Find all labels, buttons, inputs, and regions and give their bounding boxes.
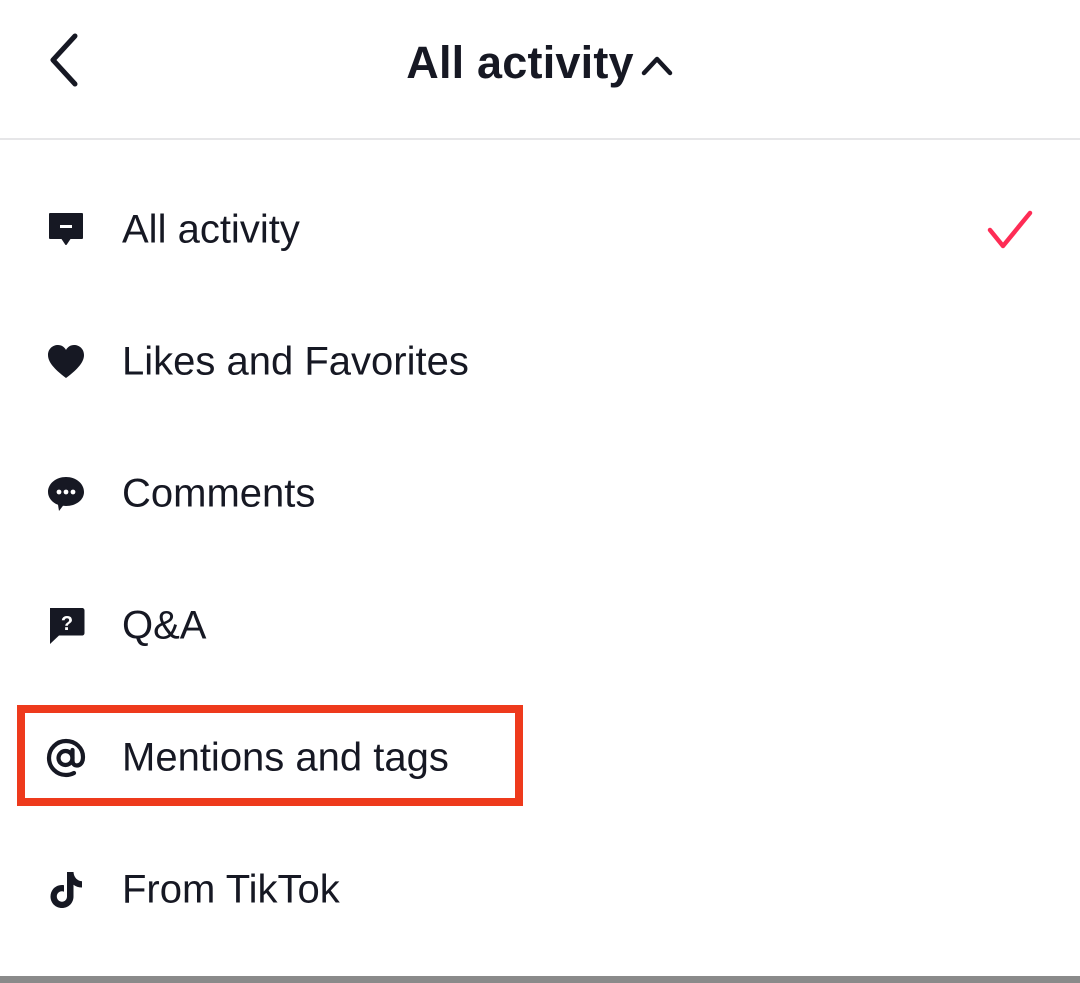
svg-text:?: ? <box>61 613 73 635</box>
at-icon <box>44 736 88 780</box>
heart-icon <box>44 340 88 384</box>
menu-item-label: Likes and Favorites <box>122 339 469 384</box>
message-icon <box>44 208 88 252</box>
chevron-up-icon <box>640 53 674 77</box>
menu-item-from-tiktok[interactable]: From TikTok <box>0 824 1080 956</box>
menu-item-comments[interactable]: Comments <box>0 428 1080 560</box>
menu-item-label: Q&A <box>122 603 207 648</box>
check-icon <box>986 208 1034 252</box>
menu-item-label: Comments <box>122 471 316 516</box>
menu-item-label: All activity <box>122 207 300 252</box>
comment-bubble-icon <box>44 472 88 516</box>
menu-item-mentions-and-tags[interactable]: Mentions and tags <box>0 692 1080 824</box>
menu-item-label: From TikTok <box>122 867 340 912</box>
menu-item-qa[interactable]: ? Q&A <box>0 560 1080 692</box>
activity-filter-screen: All activity All activity Likes and Favo… <box>0 0 1080 983</box>
page-title: All activity <box>406 36 634 88</box>
activity-filter-toggle[interactable]: All activity <box>0 0 1080 125</box>
menu-item-label: Mentions and tags <box>122 735 449 780</box>
bottom-edge <box>0 976 1080 983</box>
header: All activity <box>0 0 1080 140</box>
tiktok-icon <box>44 868 88 912</box>
menu-item-all-activity[interactable]: All activity <box>0 164 1080 296</box>
question-icon: ? <box>44 604 88 648</box>
menu-item-likes-and-favorites[interactable]: Likes and Favorites <box>0 296 1080 428</box>
